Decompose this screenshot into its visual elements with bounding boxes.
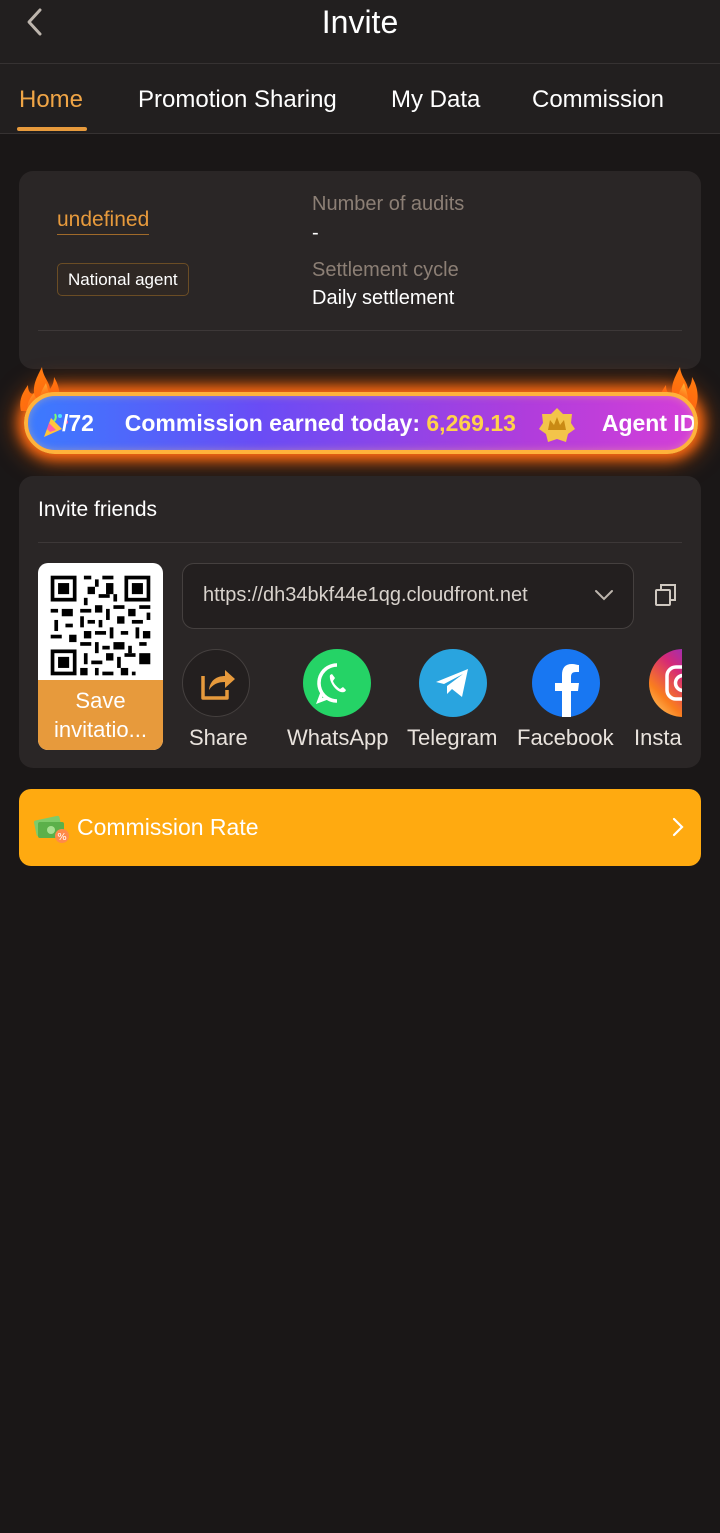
chevron-right-icon (672, 817, 684, 837)
invite-friends-card: Invite friends Save invitatio... https:/… (19, 476, 701, 768)
commission-rate-label: Commission Rate (77, 814, 259, 840)
crown-badge-icon (539, 408, 575, 442)
qr-code-card[interactable]: Save invitatio... (38, 563, 163, 750)
settlement-label: Settlement cycle (312, 259, 459, 281)
agent-type-badge: National agent (57, 263, 189, 296)
telegram-icon (419, 649, 487, 717)
tab-commission[interactable]: Commission (532, 86, 664, 114)
invite-link: https://dh34bkf44e1qg.cloudfront.net (203, 584, 528, 606)
qr-code-icon (47, 572, 154, 679)
share-label: Share (189, 725, 248, 750)
share-icon (182, 649, 250, 717)
copy-icon (655, 584, 676, 606)
commission-marquee: /72 Commission earned today: 6,269.13 Ag… (14, 363, 706, 468)
active-tab-indicator (17, 127, 87, 131)
copy-button[interactable] (653, 582, 679, 613)
svg-text:%: % (57, 832, 67, 843)
save-invitation-button[interactable]: Save invitatio... (38, 680, 163, 750)
facebook-icon (532, 649, 600, 717)
agent-info-card: undefined National agent Number of audit… (19, 171, 701, 369)
commission-amount: 6,269.13 (426, 410, 516, 436)
money-percent-icon: % (33, 815, 69, 843)
share-options: Share WhatsApp Telegram Facebook Insta (182, 649, 682, 759)
facebook-label: Facebook (517, 725, 614, 750)
divider (38, 542, 682, 543)
commission-label: Commission earned today: (124, 410, 427, 436)
chevron-down-icon (595, 590, 613, 601)
telegram-label: Telegram (407, 725, 498, 750)
marquee-text: /72 Commission earned today: 6,269.13 Ag… (62, 410, 698, 437)
page-title: Invite (321, 4, 399, 40)
tab-home[interactable]: Home (19, 86, 83, 114)
commission-rate-button[interactable]: % Commission Rate (19, 789, 701, 866)
instagram-icon (649, 649, 682, 717)
instagram-label: Instagr (634, 725, 682, 750)
audits-value: - (312, 222, 319, 244)
whatsapp-icon (303, 649, 371, 717)
divider (38, 330, 682, 331)
audits-label: Number of audits (312, 193, 465, 215)
invite-title: Invite friends (38, 498, 158, 521)
username-link[interactable]: undefined (57, 208, 150, 235)
tab-promotion-sharing[interactable]: Promotion Sharing (138, 86, 337, 114)
app-header: Invite (0, 0, 720, 64)
commission-ticker: /72 Commission earned today: 6,269.13 Ag… (24, 392, 698, 454)
settlement-value: Daily settlement (312, 287, 455, 309)
marquee-prefix: /72 (62, 410, 94, 436)
whatsapp-label: WhatsApp (287, 725, 389, 750)
invite-link-select[interactable]: https://dh34bkf44e1qg.cloudfront.net (182, 563, 634, 629)
agent-id-label: Agent ID: (601, 410, 698, 436)
tab-bar: Home Promotion Sharing My Data Commissio… (0, 64, 720, 134)
tab-my-data[interactable]: My Data (391, 86, 480, 114)
